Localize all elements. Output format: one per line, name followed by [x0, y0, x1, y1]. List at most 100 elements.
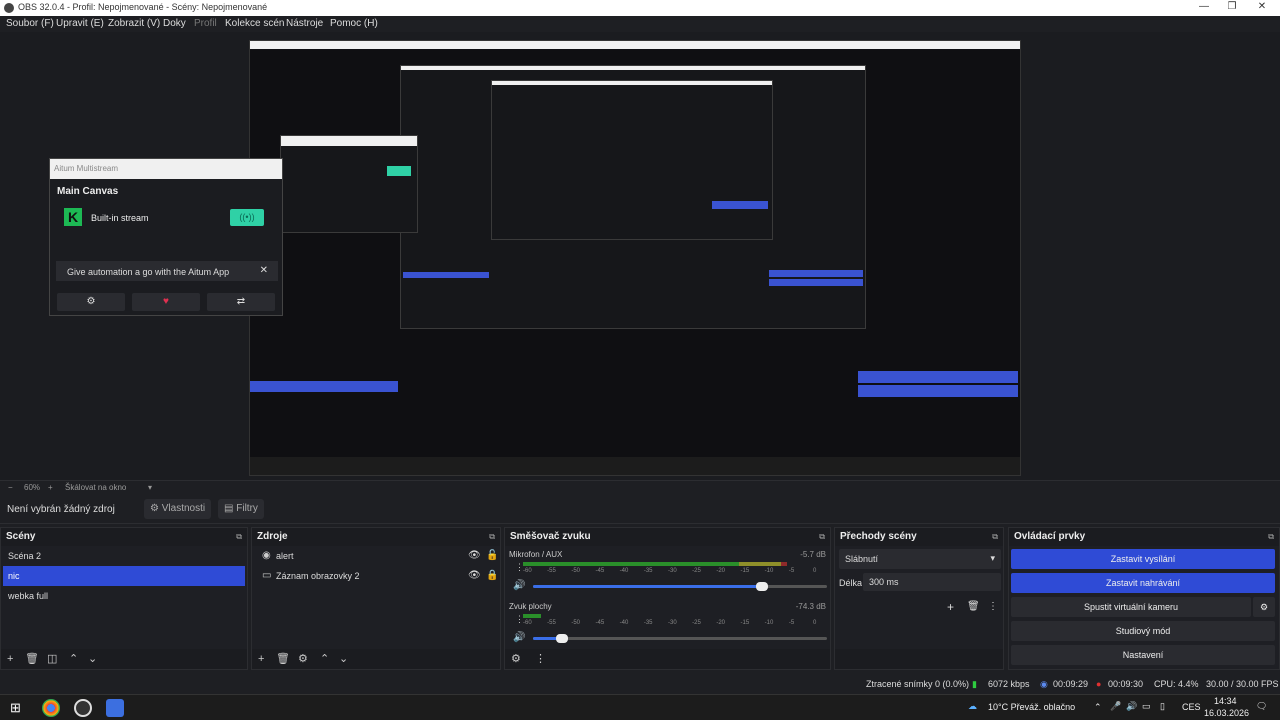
- scene-item[interactable]: Scéna 2: [3, 546, 245, 566]
- obs-taskbar-icon[interactable]: [74, 699, 92, 717]
- visibility-eye-icon[interactable]: 👁: [468, 570, 481, 581]
- menu-view[interactable]: Zobrazit (V): [108, 18, 160, 29]
- close-button[interactable]: ✕: [1248, 1, 1276, 15]
- aitum-stream-toggle-button[interactable]: ((•)): [230, 209, 264, 226]
- meter-green: [523, 614, 541, 618]
- nested-bar: [401, 66, 865, 70]
- menu-scene-collection[interactable]: Kolekce scén: [225, 18, 284, 29]
- trash-icon[interactable]: 🗑: [25, 652, 39, 665]
- weather-text[interactable]: 10°C Převáž. oblačno: [988, 702, 1075, 712]
- meter-tick-label: -35: [643, 620, 653, 626]
- add-icon[interactable]: +: [947, 600, 954, 614]
- clock-date[interactable]: 16.03.2026: [1204, 708, 1249, 718]
- menu-file[interactable]: Soubor (F): [6, 18, 54, 29]
- lock-icon[interactable]: 🔓: [486, 550, 498, 561]
- trash-icon[interactable]: 🗑: [276, 652, 290, 665]
- menu-profile[interactable]: Profil: [194, 18, 217, 29]
- stop-recording-button[interactable]: Zastavit nahrávání: [1011, 573, 1275, 593]
- source-label: Záznam obrazovky 2: [276, 571, 360, 581]
- tray-chevron-icon[interactable]: ⌃: [1094, 702, 1102, 713]
- virtual-camera-settings-gear-icon[interactable]: ⚙: [1253, 597, 1275, 617]
- source-item[interactable]: ▭ Záznam obrazovky 2 👁 🔒: [254, 566, 498, 586]
- zoom-toolbar: − 60% + Škálovat na okno ▾: [0, 480, 1280, 494]
- aitum-settings-button[interactable]: ⚙: [57, 293, 125, 311]
- add-icon[interactable]: +: [258, 653, 264, 665]
- volume-slider-knob[interactable]: [556, 634, 569, 643]
- windows-start-icon[interactable]: ⊞: [10, 700, 21, 716]
- filter-icon[interactable]: ◫: [47, 652, 57, 665]
- aitum-switch-button[interactable]: ⇄: [207, 293, 275, 311]
- move-up-icon[interactable]: ⌃: [320, 652, 329, 665]
- visibility-eye-icon[interactable]: 👁: [468, 550, 481, 561]
- move-up-icon[interactable]: ⌃: [69, 652, 78, 665]
- zoom-in-button[interactable]: +: [48, 483, 53, 492]
- language-indicator[interactable]: CES: [1182, 702, 1201, 712]
- dock-float-icon[interactable]: ⧉: [236, 532, 242, 542]
- volume-slider-knob[interactable]: [756, 582, 769, 591]
- dock-float-icon[interactable]: ⧉: [819, 532, 825, 542]
- volume-slider[interactable]: [533, 634, 827, 643]
- meter-tick-label: -60: [523, 620, 532, 626]
- add-icon[interactable]: +: [7, 653, 13, 665]
- source-label: alert: [276, 551, 294, 561]
- nested-blue-button: [712, 201, 768, 209]
- zoom-dropdown-icon[interactable]: ▾: [148, 483, 152, 492]
- dock-float-icon[interactable]: ⧉: [1268, 532, 1274, 542]
- trash-icon[interactable]: 🗑: [967, 601, 980, 612]
- source-item[interactable]: ◉ alert 👁 🔓: [254, 546, 498, 566]
- chrome-icon[interactable]: [42, 699, 60, 717]
- transition-select[interactable]: Slábnutí ▾: [839, 549, 1001, 569]
- context-bar: Není vybrán žádný zdroj ⚙ Vlastnosti ▤ F…: [0, 496, 1280, 524]
- zoom-mode[interactable]: Škálovat na okno: [65, 483, 126, 492]
- gear-icon[interactable]: ⚙: [298, 652, 308, 665]
- scene-transitions-dock: Přechody scény ⧉ Slábnutí ▾ Délka 300 ms…: [834, 527, 1004, 670]
- notification-icon[interactable]: 🗨: [1256, 701, 1267, 712]
- scene-item[interactable]: nic: [3, 566, 245, 586]
- volume-slider[interactable]: [533, 582, 827, 591]
- clock-time[interactable]: 14:34: [1214, 696, 1237, 706]
- speaker-icon[interactable]: 🔊: [513, 632, 525, 643]
- transition-menu-icon[interactable]: ⋮: [988, 601, 998, 612]
- dock-float-icon[interactable]: ⧉: [489, 532, 495, 542]
- lock-icon[interactable]: 🔒: [486, 570, 498, 581]
- filters-button[interactable]: ▤ Filtry: [218, 499, 264, 519]
- meter-tick-label: -15: [740, 568, 750, 574]
- menu-tools[interactable]: Nástroje: [286, 18, 323, 29]
- battery-icon[interactable]: ▯: [1160, 701, 1165, 712]
- dropped-frames: Ztracené snímky 0 (0.0%): [866, 679, 970, 689]
- stop-streaming-button[interactable]: Zastavit vysílání: [1011, 549, 1275, 569]
- advanced-audio-icon[interactable]: ⚙: [511, 652, 521, 665]
- network-icon[interactable]: ▭: [1142, 701, 1151, 712]
- aitum-heart-button[interactable]: ♥: [132, 293, 200, 311]
- meter-tick-label: -15: [740, 620, 750, 626]
- meter-tick-label: -25: [692, 620, 701, 626]
- microphone-icon[interactable]: 🎤: [1110, 701, 1121, 712]
- duration-input[interactable]: 300 ms: [863, 573, 1001, 591]
- meter-tick-label: 0: [813, 568, 817, 574]
- menu-edit[interactable]: Upravit (E): [56, 18, 104, 29]
- start-virtual-camera-button[interactable]: Spustit virtuální kameru: [1011, 597, 1251, 617]
- aitum-stream-name: Built-in stream: [91, 213, 149, 223]
- scenes-list: Scéna 2 nic webka full: [1, 546, 247, 649]
- move-down-icon[interactable]: ⌄: [339, 652, 348, 665]
- scene-item[interactable]: webka full: [3, 586, 245, 606]
- close-icon[interactable]: ✕: [260, 265, 268, 276]
- transition-selected: Slábnutí: [845, 554, 879, 564]
- meter-tick-label: -25: [692, 568, 701, 574]
- minimize-button[interactable]: —: [1190, 1, 1218, 15]
- maximize-button[interactable]: ❐: [1218, 1, 1246, 15]
- menu-help[interactable]: Pomoc (H): [330, 18, 378, 29]
- menu-docks[interactable]: Doky: [163, 18, 186, 29]
- mixer-menu-icon[interactable]: ⋮: [535, 652, 546, 665]
- properties-button[interactable]: ⚙ Vlastnosti: [144, 499, 212, 519]
- aitum-title-bar[interactable]: Aitum Multistream: [50, 159, 282, 179]
- chevron-down-icon: ▾: [990, 553, 995, 563]
- dock-float-icon[interactable]: ⧉: [992, 532, 998, 542]
- app-taskbar-icon[interactable]: [106, 699, 124, 717]
- settings-button[interactable]: Nastavení: [1011, 645, 1275, 665]
- move-down-icon[interactable]: ⌄: [88, 652, 97, 665]
- studio-mode-button[interactable]: Studiový mód: [1011, 621, 1275, 641]
- zoom-out-button[interactable]: −: [8, 483, 13, 492]
- speaker-icon[interactable]: 🔊: [513, 580, 525, 591]
- volume-icon[interactable]: 🔊: [1126, 701, 1137, 712]
